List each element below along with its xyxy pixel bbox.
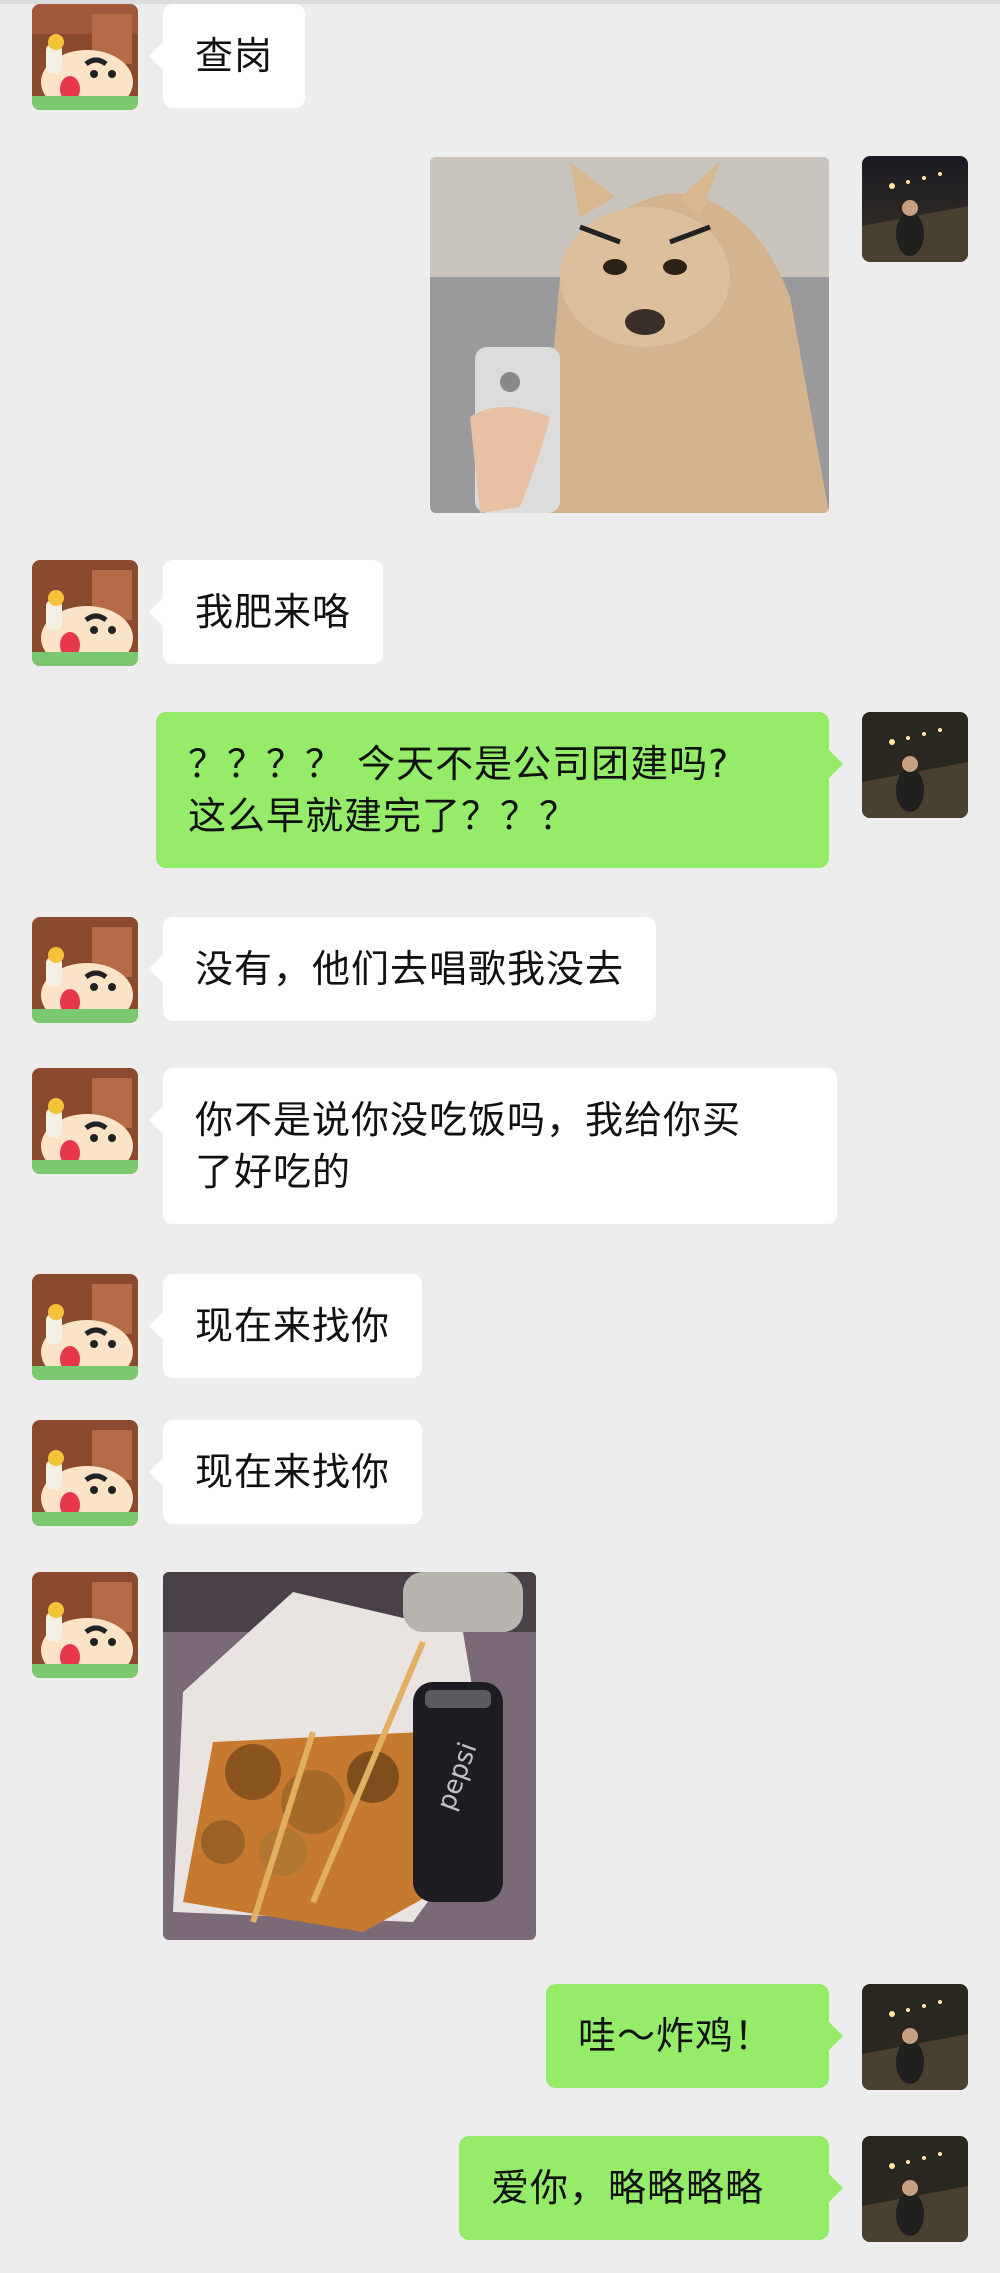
message-bubble[interactable]: 现在来找你 (148, 1274, 423, 1378)
shinchan-avatar-icon (32, 1068, 138, 1174)
my-avatar[interactable] (862, 712, 968, 818)
message-text-line: ？？？？ 今天不是公司团建吗? (188, 742, 730, 786)
message-text: 现在来找你 (195, 1304, 391, 1348)
message-text: 我肥来咯 (195, 590, 352, 634)
message-text: 没有，他们去唱歌我没去 (195, 947, 625, 991)
shinchan-avatar-icon (32, 4, 138, 110)
message-bubble[interactable]: 我肥来咯 (148, 560, 384, 664)
chihuahua-meme-image (430, 157, 829, 513)
message-bubble[interactable]: 查岗 (148, 4, 306, 108)
message-text: 爱你，略略略略 (491, 2166, 765, 2210)
shinchan-avatar-icon (32, 1572, 138, 1678)
shinchan-avatar-icon (32, 1274, 138, 1380)
message-bubble[interactable]: 你不是说你没吃饭吗，我给你买 了好吃的 (149, 1068, 837, 1224)
message-bubble[interactable]: ？？？？ 今天不是公司团建吗? 这么早就建完了？？？ (156, 712, 843, 868)
contact-avatar[interactable] (32, 1420, 138, 1526)
message-text-line: 你不是说你没吃饭吗，我给你买 (195, 1098, 742, 1142)
message-bubble[interactable]: 哇～炸鸡！ (546, 1984, 843, 2088)
message-bubble[interactable]: 爱你，略略略略 (459, 2136, 843, 2240)
shinchan-avatar-icon (32, 1420, 138, 1526)
received-image[interactable]: pepsi (163, 1572, 536, 1940)
contact-avatar[interactable] (32, 4, 138, 110)
contact-avatar[interactable] (32, 1572, 138, 1678)
night-street-avatar-icon (862, 712, 968, 818)
night-street-avatar-icon (862, 2136, 968, 2242)
night-street-avatar-icon (862, 156, 968, 262)
contact-avatar[interactable] (32, 1068, 138, 1174)
my-avatar[interactable] (862, 1984, 968, 2090)
shinchan-avatar-icon (32, 560, 138, 666)
message-text: 现在来找你 (195, 1450, 391, 1494)
contact-avatar[interactable] (32, 917, 138, 1023)
fried-chicken-photo-image: pepsi (163, 1572, 536, 1940)
message-text: 查岗 (195, 34, 274, 78)
top-divider (0, 0, 1000, 4)
message-bubble[interactable]: 现在来找你 (148, 1420, 423, 1524)
night-street-avatar-icon (862, 1984, 968, 2090)
my-avatar[interactable] (862, 2136, 968, 2242)
message-text: 哇～炸鸡！ (578, 2014, 774, 2058)
message-bubble[interactable]: 没有，他们去唱歌我没去 (148, 917, 657, 1021)
shinchan-avatar-icon (32, 917, 138, 1023)
contact-avatar[interactable] (32, 560, 138, 666)
my-avatar[interactable] (862, 156, 968, 262)
message-text-line: 这么早就建完了？？？ (188, 794, 579, 838)
contact-avatar[interactable] (32, 1274, 138, 1380)
sent-image[interactable] (430, 157, 829, 513)
message-text-line: 了好吃的 (195, 1150, 352, 1194)
